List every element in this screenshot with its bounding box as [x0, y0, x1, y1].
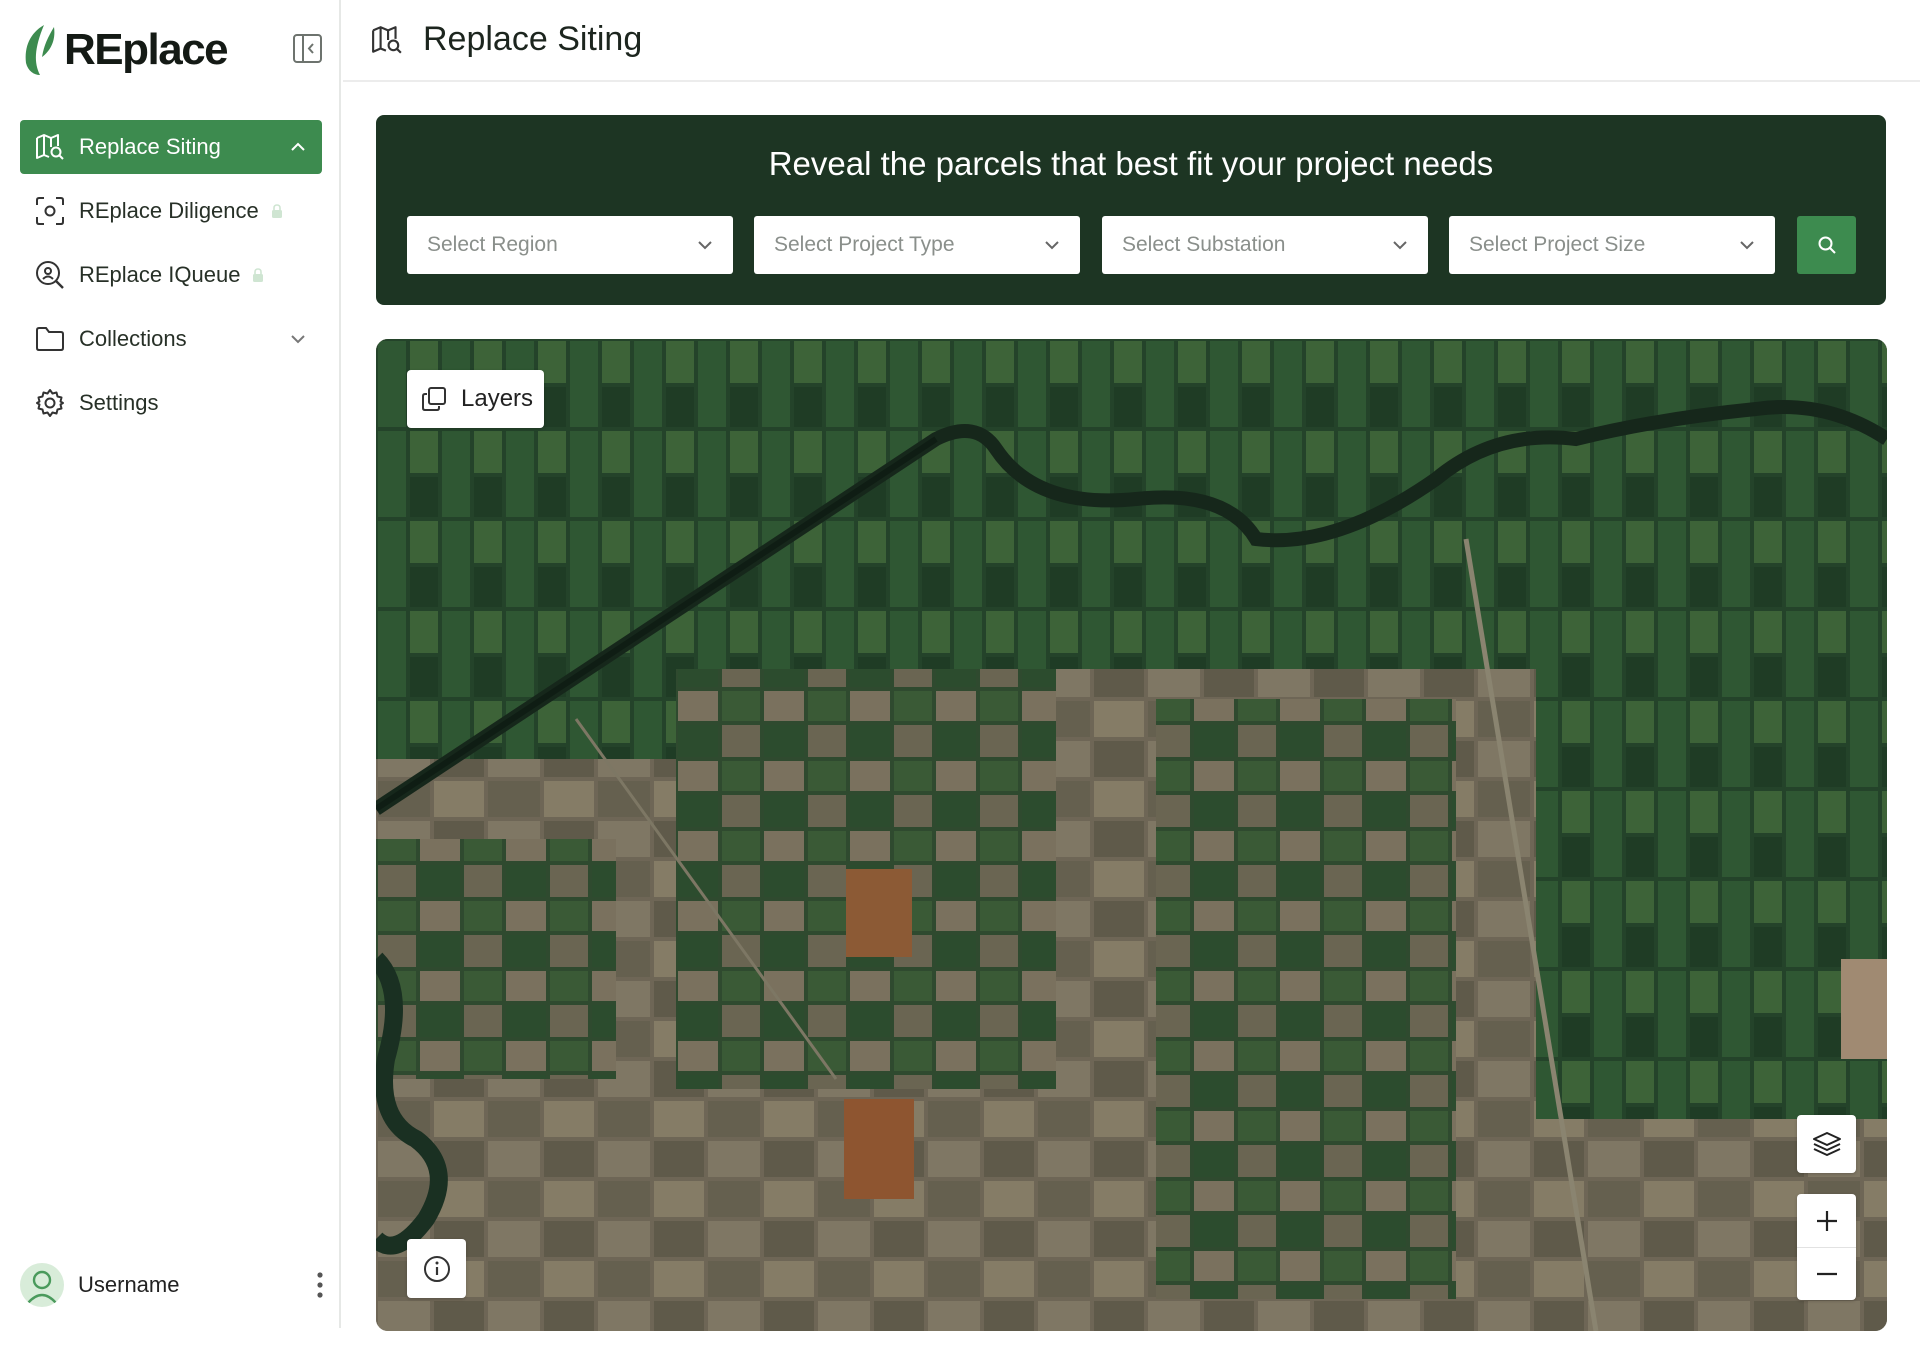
- sidebar-item-replace-siting[interactable]: Replace Siting: [20, 120, 322, 174]
- search-icon: [1818, 236, 1836, 254]
- search-heading: Reveal the parcels that best fit your pr…: [768, 145, 1494, 182]
- top-bar: Replace Siting: [343, 0, 1920, 82]
- substation-select[interactable]: Select Substation: [1102, 216, 1428, 274]
- zoom-out-button[interactable]: [1797, 1247, 1856, 1300]
- satellite-map[interactable]: Layers: [376, 339, 1887, 1331]
- brand-logo[interactable]: REplace: [20, 20, 229, 80]
- chevron-up-icon: [291, 142, 305, 151]
- layers-copy-icon: [422, 387, 446, 411]
- sidebar-item-collections[interactable]: Collections: [20, 312, 322, 366]
- sidebar: REplace Replace Siting REplace Diligence: [0, 0, 341, 1328]
- layers-button[interactable]: Layers: [407, 370, 544, 428]
- basemap-layers-button[interactable]: [1797, 1115, 1856, 1173]
- project-size-select[interactable]: Select Project Size: [1449, 216, 1775, 274]
- sidebar-item-replace-iqueue[interactable]: REplace IQueue: [20, 248, 322, 302]
- select-placeholder: Select Project Type: [774, 233, 955, 256]
- search-button[interactable]: [1797, 216, 1856, 274]
- parcel-search-panel: Reveal the parcels that best fit your pr…: [376, 115, 1886, 305]
- lock-icon: [253, 268, 264, 282]
- sidebar-item-replace-diligence[interactable]: REplace Diligence: [20, 184, 322, 238]
- scan-target-icon: [34, 195, 66, 227]
- chevron-down-icon: [1740, 241, 1754, 250]
- minus-icon: [1816, 1272, 1837, 1276]
- satellite-imagery: [376, 339, 1887, 1331]
- brand-name: REplace: [64, 25, 229, 74]
- project-type-select[interactable]: Select Project Type: [754, 216, 1080, 274]
- select-placeholder: Select Project Size: [1469, 233, 1646, 256]
- sidebar-item-label: REplace Diligence: [79, 198, 259, 223]
- user-icon: [27, 1270, 57, 1304]
- collapse-sidebar-button[interactable]: [292, 33, 323, 64]
- zoom-controls: [1797, 1194, 1856, 1300]
- sidebar-item-label: Replace Siting: [79, 134, 221, 159]
- sidebar-collapse-icon: [293, 34, 322, 63]
- sidebar-nav: Replace Siting REplace Diligence REplace…: [20, 120, 322, 440]
- username: Username: [78, 1272, 180, 1297]
- plus-icon: [1816, 1210, 1837, 1231]
- search-location-icon: [34, 259, 66, 291]
- sidebar-item-settings[interactable]: Settings: [20, 376, 322, 430]
- chevron-down-icon: [698, 241, 712, 250]
- sidebar-item-label: Collections: [79, 326, 187, 351]
- info-icon: [423, 1255, 450, 1282]
- zoom-in-button[interactable]: [1797, 1194, 1856, 1247]
- chevron-down-icon: [1393, 241, 1407, 250]
- lock-icon: [271, 204, 282, 218]
- folder-icon: [34, 323, 66, 355]
- page-title: Replace Siting: [423, 20, 643, 58]
- region-select[interactable]: Select Region: [407, 216, 733, 274]
- map-search-icon: [372, 26, 402, 54]
- more-options-icon[interactable]: [310, 1270, 330, 1300]
- avatar: [20, 1263, 64, 1307]
- map-info-button[interactable]: [407, 1239, 466, 1298]
- select-placeholder: Select Substation: [1122, 233, 1286, 256]
- leaf-logo-icon: [25, 25, 55, 75]
- stack-layers-icon: [1812, 1132, 1841, 1156]
- select-placeholder: Select Region: [427, 233, 558, 256]
- layers-label: Layers: [461, 385, 534, 412]
- user-profile[interactable]: Username: [20, 1262, 330, 1308]
- sidebar-item-label: REplace IQueue: [79, 262, 241, 287]
- sidebar-item-label: Settings: [79, 390, 159, 415]
- chevron-down-icon: [1045, 241, 1059, 250]
- map-search-icon: [34, 131, 66, 163]
- chevron-down-icon: [291, 335, 305, 344]
- gear-icon: [34, 387, 66, 419]
